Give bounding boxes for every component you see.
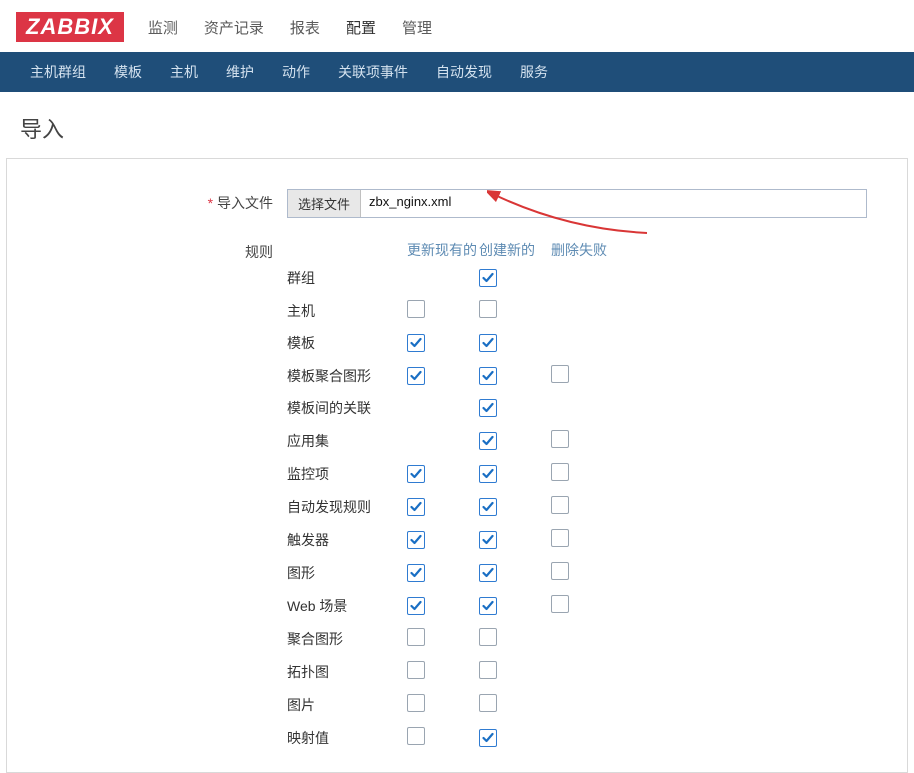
rules-label: 规则 bbox=[27, 240, 287, 262]
rule-name: 模板 bbox=[287, 333, 407, 353]
checkbox-create[interactable] bbox=[479, 269, 497, 287]
checkbox-create[interactable] bbox=[479, 465, 497, 483]
checkbox-create[interactable] bbox=[479, 432, 497, 450]
top-menu: 监测 资产记录 报表 配置 管理 bbox=[148, 17, 432, 38]
checkbox-delete[interactable] bbox=[551, 529, 569, 547]
sub-menu-item[interactable]: 主机群组 bbox=[16, 52, 100, 92]
col-delete: 删除失败 bbox=[551, 240, 623, 262]
rule-name: 应用集 bbox=[287, 431, 407, 451]
checkbox-create[interactable] bbox=[479, 729, 497, 747]
rule-name: 自动发现规则 bbox=[287, 497, 407, 517]
checkbox-update[interactable] bbox=[407, 465, 425, 483]
rule-name: 拓扑图 bbox=[287, 662, 407, 682]
checkbox-update[interactable] bbox=[407, 564, 425, 582]
checkbox-update[interactable] bbox=[407, 498, 425, 516]
rule-row: 模板 bbox=[27, 327, 887, 359]
checkbox-update[interactable] bbox=[407, 628, 425, 646]
checkbox-create[interactable] bbox=[479, 694, 497, 712]
checkbox-update[interactable] bbox=[407, 531, 425, 549]
checkbox-create[interactable] bbox=[479, 334, 497, 352]
rule-name: 触发器 bbox=[287, 530, 407, 550]
rule-row: 聚合图形 bbox=[27, 622, 887, 655]
sub-menu-item[interactable]: 维护 bbox=[212, 52, 268, 92]
file-name: zbx_nginx.xml bbox=[361, 190, 866, 217]
rule-row: 模板聚合图形 bbox=[27, 359, 887, 392]
checkbox-create[interactable] bbox=[479, 597, 497, 615]
rule-row: 主机 bbox=[27, 294, 887, 327]
rule-name: 映射值 bbox=[287, 728, 407, 748]
rule-row: 自动发现规则 bbox=[27, 490, 887, 523]
checkbox-update[interactable] bbox=[407, 334, 425, 352]
sub-menu-item[interactable]: 服务 bbox=[506, 52, 562, 92]
top-menu-item[interactable]: 资产记录 bbox=[204, 17, 264, 38]
top-menu-item[interactable]: 监测 bbox=[148, 17, 178, 38]
checkbox-update[interactable] bbox=[407, 300, 425, 318]
import-file-label: 导入文件 bbox=[27, 189, 287, 218]
sub-nav: 主机群组模板主机维护动作关联项事件自动发现服务 bbox=[0, 52, 914, 92]
page-title: 导入 bbox=[0, 92, 914, 158]
rule-row: 模板间的关联 bbox=[27, 392, 887, 424]
rule-name: 聚合图形 bbox=[287, 629, 407, 649]
rule-name: 图形 bbox=[287, 563, 407, 583]
checkbox-create[interactable] bbox=[479, 399, 497, 417]
sub-menu-item[interactable]: 模板 bbox=[100, 52, 156, 92]
sub-menu-item[interactable]: 主机 bbox=[156, 52, 212, 92]
rule-name: 监控项 bbox=[287, 464, 407, 484]
checkbox-update[interactable] bbox=[407, 367, 425, 385]
rules-table: 群组主机模板模板聚合图形模板间的关联应用集监控项自动发现规则触发器图形 Web 场… bbox=[27, 262, 887, 754]
col-update: 更新现有的 bbox=[407, 240, 479, 262]
import-file-row: 导入文件 选择文件 zbx_nginx.xml bbox=[27, 189, 887, 218]
rule-row: 触发器 bbox=[27, 523, 887, 556]
rule-row: 图片 bbox=[27, 688, 887, 721]
rule-row: Web 场景 bbox=[27, 589, 887, 622]
logo: ZABBIX bbox=[16, 12, 124, 42]
checkbox-create[interactable] bbox=[479, 661, 497, 679]
rule-name: 模板聚合图形 bbox=[287, 366, 407, 386]
checkbox-update[interactable] bbox=[407, 694, 425, 712]
checkbox-create[interactable] bbox=[479, 300, 497, 318]
rule-name: Web 场景 bbox=[287, 596, 407, 616]
rule-name: 主机 bbox=[287, 301, 407, 321]
rules-header-row: 规则 更新现有的 创建新的 删除失败 bbox=[27, 240, 887, 262]
checkbox-delete[interactable] bbox=[551, 496, 569, 514]
rule-row: 应用集 bbox=[27, 424, 887, 457]
rule-row: 拓扑图 bbox=[27, 655, 887, 688]
checkbox-delete[interactable] bbox=[551, 365, 569, 383]
sub-menu-item[interactable]: 自动发现 bbox=[422, 52, 506, 92]
top-bar: ZABBIX 监测 资产记录 报表 配置 管理 bbox=[0, 0, 914, 52]
top-menu-item[interactable]: 管理 bbox=[402, 17, 432, 38]
rule-row: 图形 bbox=[27, 556, 887, 589]
choose-file-button[interactable]: 选择文件 bbox=[288, 190, 361, 217]
checkbox-create[interactable] bbox=[479, 628, 497, 646]
checkbox-delete[interactable] bbox=[551, 562, 569, 580]
rule-row: 群组 bbox=[27, 262, 887, 294]
import-form: 导入文件 选择文件 zbx_nginx.xml 规则 更新现有的 创建新的 删除… bbox=[6, 158, 908, 773]
rule-row: 映射值 bbox=[27, 721, 887, 754]
file-input[interactable]: 选择文件 zbx_nginx.xml bbox=[287, 189, 867, 218]
checkbox-create[interactable] bbox=[479, 498, 497, 516]
checkbox-delete[interactable] bbox=[551, 595, 569, 613]
checkbox-update[interactable] bbox=[407, 661, 425, 679]
top-menu-item[interactable]: 报表 bbox=[290, 17, 320, 38]
checkbox-update[interactable] bbox=[407, 727, 425, 745]
checkbox-create[interactable] bbox=[479, 564, 497, 582]
rule-name: 群组 bbox=[287, 268, 407, 288]
checkbox-create[interactable] bbox=[479, 367, 497, 385]
top-menu-item[interactable]: 配置 bbox=[346, 17, 376, 38]
checkbox-delete[interactable] bbox=[551, 463, 569, 481]
checkbox-create[interactable] bbox=[479, 531, 497, 549]
sub-menu-item[interactable]: 动作 bbox=[268, 52, 324, 92]
sub-menu-item[interactable]: 关联项事件 bbox=[324, 52, 422, 92]
checkbox-delete[interactable] bbox=[551, 430, 569, 448]
col-create: 创建新的 bbox=[479, 240, 551, 262]
rule-row: 监控项 bbox=[27, 457, 887, 490]
checkbox-update[interactable] bbox=[407, 597, 425, 615]
rule-name: 模板间的关联 bbox=[287, 398, 407, 418]
